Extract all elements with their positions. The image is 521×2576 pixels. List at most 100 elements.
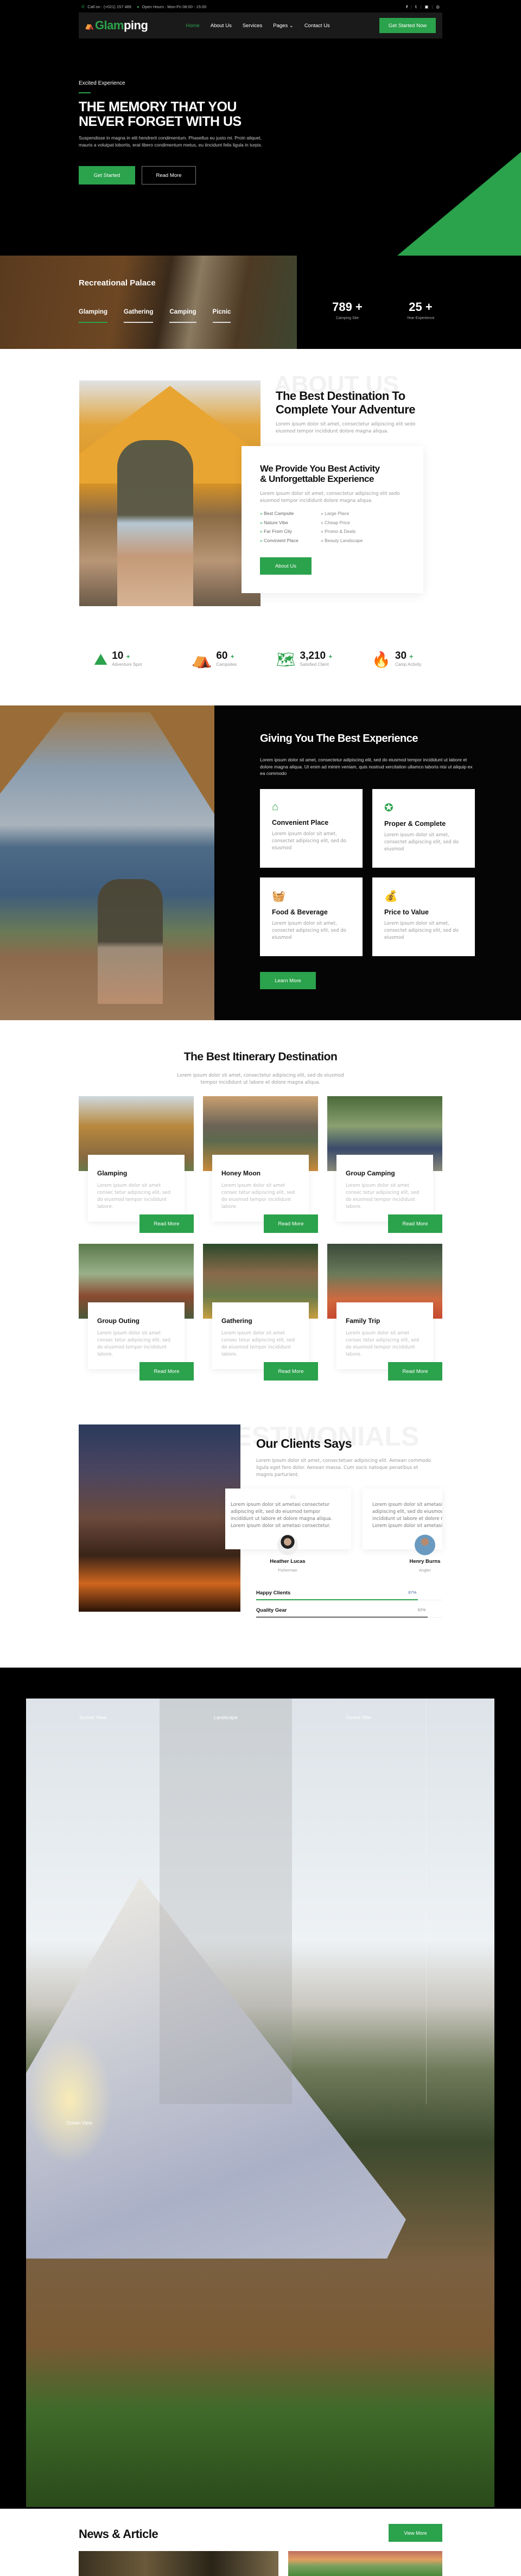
list-item: » Large Place	[321, 511, 350, 516]
nav-item-pages-label: Pages	[273, 22, 288, 29]
feature-card: ⌂ Convenient Place Lorem ipsum dolor sit…	[260, 789, 363, 868]
counter-satisfied-client: 🗺 3,210 + Satisfied Client	[276, 650, 332, 670]
logo-text-glam: Glam	[94, 18, 124, 32]
gallery-label-landscape[interactable]: Landscape	[160, 1715, 292, 1720]
get-started-button[interactable]: Get Started	[79, 166, 135, 185]
skill-percent: 92%	[417, 1607, 426, 1612]
about-image	[79, 380, 260, 606]
food-basket-icon: 🧺	[272, 891, 285, 902]
stat-label: Camping Site	[335, 316, 359, 320]
counter-value: 60	[216, 650, 228, 662]
news-image[interactable]	[288, 2551, 442, 2576]
nav-item-pages[interactable]: Pages ⌄	[273, 23, 294, 29]
feature-card-text: Lorem ipsum dolor sit amet, consectet ad…	[272, 831, 346, 851]
counter-label: Satisfied Client	[300, 662, 329, 667]
counter-label: Campsites	[216, 662, 237, 667]
about-card-title-line-2: & Unforgettable Experience	[260, 474, 374, 484]
read-more-button[interactable]: Read More	[139, 1214, 194, 1233]
get-started-now-button[interactable]: Get Started Now	[379, 18, 436, 33]
itinerary-card-body: Family Trip Lorem ipsum dolor sit amet c…	[336, 1302, 433, 1369]
counter-label: Adventure Spot	[112, 662, 142, 667]
gallery-column-overlay	[160, 1699, 292, 2104]
feature-list-left: » Best Campsite » Nature Vibe » Far From…	[260, 509, 298, 545]
feature-card: 🧺 Food & Beverage Lorem ipsum dolor sit …	[260, 877, 363, 956]
gallery-section: Sunset View Landscape Forest Vibe Ocean …	[0, 1668, 521, 2509]
counter-value: 3,210	[300, 650, 326, 662]
itinerary-card-text: Lorem ipsum dolor sit amet consec tetur …	[97, 1331, 171, 1357]
twitter-icon[interactable]: 𝕥	[415, 4, 417, 9]
nav-item-services[interactable]: Services	[243, 23, 262, 29]
tent-icon: ⛺	[192, 651, 212, 669]
navbar: ⛺ Glam ping Home About Us Services Pages …	[79, 12, 442, 39]
badge-thumbs-up-icon: ✪	[384, 802, 393, 814]
tab-camping[interactable]: Camping	[169, 309, 196, 323]
chevron-down-icon: ⌄	[289, 22, 294, 29]
facebook-icon[interactable]: f	[406, 4, 408, 9]
nav-item-about[interactable]: About Us	[211, 23, 232, 29]
topbar: ✆ Call on : (+021) 157 489 ● Open Hours …	[81, 4, 440, 9]
about-title-line-1: The Best Destination To	[276, 389, 405, 403]
house-icon: ⌂	[272, 801, 279, 813]
glamping-tent-photo: Sunset View Landscape Forest Vibe Ocean …	[26, 1699, 494, 2507]
view-more-button[interactable]: View More	[389, 2524, 442, 2542]
itinerary-card-text: Lorem ipsum dolor sit amet consec tetur …	[346, 1183, 420, 1210]
instagram-icon[interactable]: ◎	[436, 4, 440, 9]
feature-card: 💰 Price to Value Lorem ipsum dolor sit a…	[372, 877, 475, 956]
about-card-text: Lorem ipsum dolor sit amet, consectetur …	[260, 491, 400, 504]
skill-bar: Happy Clients 87%	[256, 1590, 442, 1603]
read-more-button[interactable]: Read More	[264, 1362, 318, 1381]
tent-interior-image	[0, 256, 297, 349]
about-card-title-line-1: We Provide You Best Activity	[260, 463, 380, 474]
testimonial-quote: Lorem ipsum dolor sit ametasi consectetu…	[372, 1502, 442, 1529]
phone-icon: ✆	[81, 4, 85, 9]
nav-menu: Home About Us Services Pages ⌄ Contact U…	[186, 23, 329, 29]
gallery-label-sunset-view[interactable]: Sunset View	[26, 1715, 160, 1720]
feature-card-title: Convenient Place	[272, 819, 329, 826]
learn-more-button[interactable]: Learn More	[260, 972, 316, 989]
hero-section: ✆ Call on : (+021) 157 489 ● Open Hours …	[0, 0, 521, 256]
logo[interactable]: ⛺ Glam ping	[85, 18, 148, 33]
gallery-label-forest-vibe[interactable]: Forest Vibe	[292, 1715, 425, 1720]
itinerary-card-text: Lorem ipsum dolor sit amet consec tetur …	[221, 1183, 295, 1210]
read-more-button[interactable]: Read More	[142, 166, 196, 185]
read-more-button[interactable]: Read More	[139, 1362, 194, 1381]
money-bag-icon: 💰	[384, 891, 398, 902]
tab-picnic[interactable]: Picnic	[212, 309, 231, 323]
tab-gathering[interactable]: Gathering	[124, 309, 154, 323]
itinerary-card-text: Lorem ipsum dolor sit amet consec tetur …	[346, 1331, 420, 1357]
itinerary-card-title: Group Outing	[97, 1317, 139, 1325]
gallery-label-ocean-view[interactable]: Ocean View	[26, 2120, 132, 2126]
logo-text-ping: ping	[123, 18, 148, 32]
about-us-button[interactable]: About Us	[260, 557, 312, 575]
youtube-icon[interactable]: ▣	[424, 4, 428, 9]
itinerary-card-text: Lorem ipsum dolor sit amet consec tetur …	[221, 1331, 295, 1357]
counter-camp-activity: 🔥 30 + Camp Activity	[372, 650, 421, 670]
list-item: » Promo & Deals	[321, 529, 356, 534]
news-title: News & Article	[79, 2527, 158, 2541]
itinerary-card-body: Honey Moon Lorem ipsum dolor sit amet co…	[212, 1155, 309, 1222]
nav-item-contact[interactable]: Contact Us	[304, 23, 330, 29]
couple-lake-image	[0, 705, 214, 1020]
itinerary-card: Family Trip Lorem ipsum dolor sit amet c…	[327, 1244, 442, 1383]
itinerary-card-title: Glamping	[97, 1169, 128, 1177]
feature-list-right: » Large Place » Cheap Price » Promo & De…	[321, 509, 363, 545]
map-icon: 🗺	[276, 651, 296, 668]
news-image[interactable]	[79, 2551, 278, 2576]
itinerary-card-title: Honey Moon	[221, 1169, 260, 1177]
sun-flare	[26, 2035, 113, 2165]
tab-glamping[interactable]: Glamping	[79, 309, 108, 323]
skill-bar: Quality Gear 92%	[256, 1607, 442, 1620]
topbar-hours: Open Hours : Mon-Fri 08:00 - 15:00	[142, 4, 207, 9]
feature-card-title: Proper & Complete	[384, 820, 446, 828]
read-more-button[interactable]: Read More	[264, 1214, 318, 1233]
experience-text: Lorem ipsum dolor sit amet, consectetur …	[260, 757, 473, 776]
read-more-button[interactable]: Read More	[388, 1214, 442, 1233]
list-item: » Convinient Place	[260, 537, 298, 543]
itinerary-card-body: Gathering Lorem ipsum dolor sit amet con…	[212, 1302, 309, 1369]
nav-item-home[interactable]: Home	[186, 23, 199, 29]
skill-percent: 87%	[408, 1590, 417, 1595]
quote-icon: ❝	[289, 1492, 296, 1507]
hero-title-line-2: NEVER FORGET WITH US	[79, 114, 242, 129]
itinerary-card: Honey Moon Lorem ipsum dolor sit amet co…	[203, 1096, 318, 1235]
read-more-button[interactable]: Read More	[388, 1362, 442, 1381]
